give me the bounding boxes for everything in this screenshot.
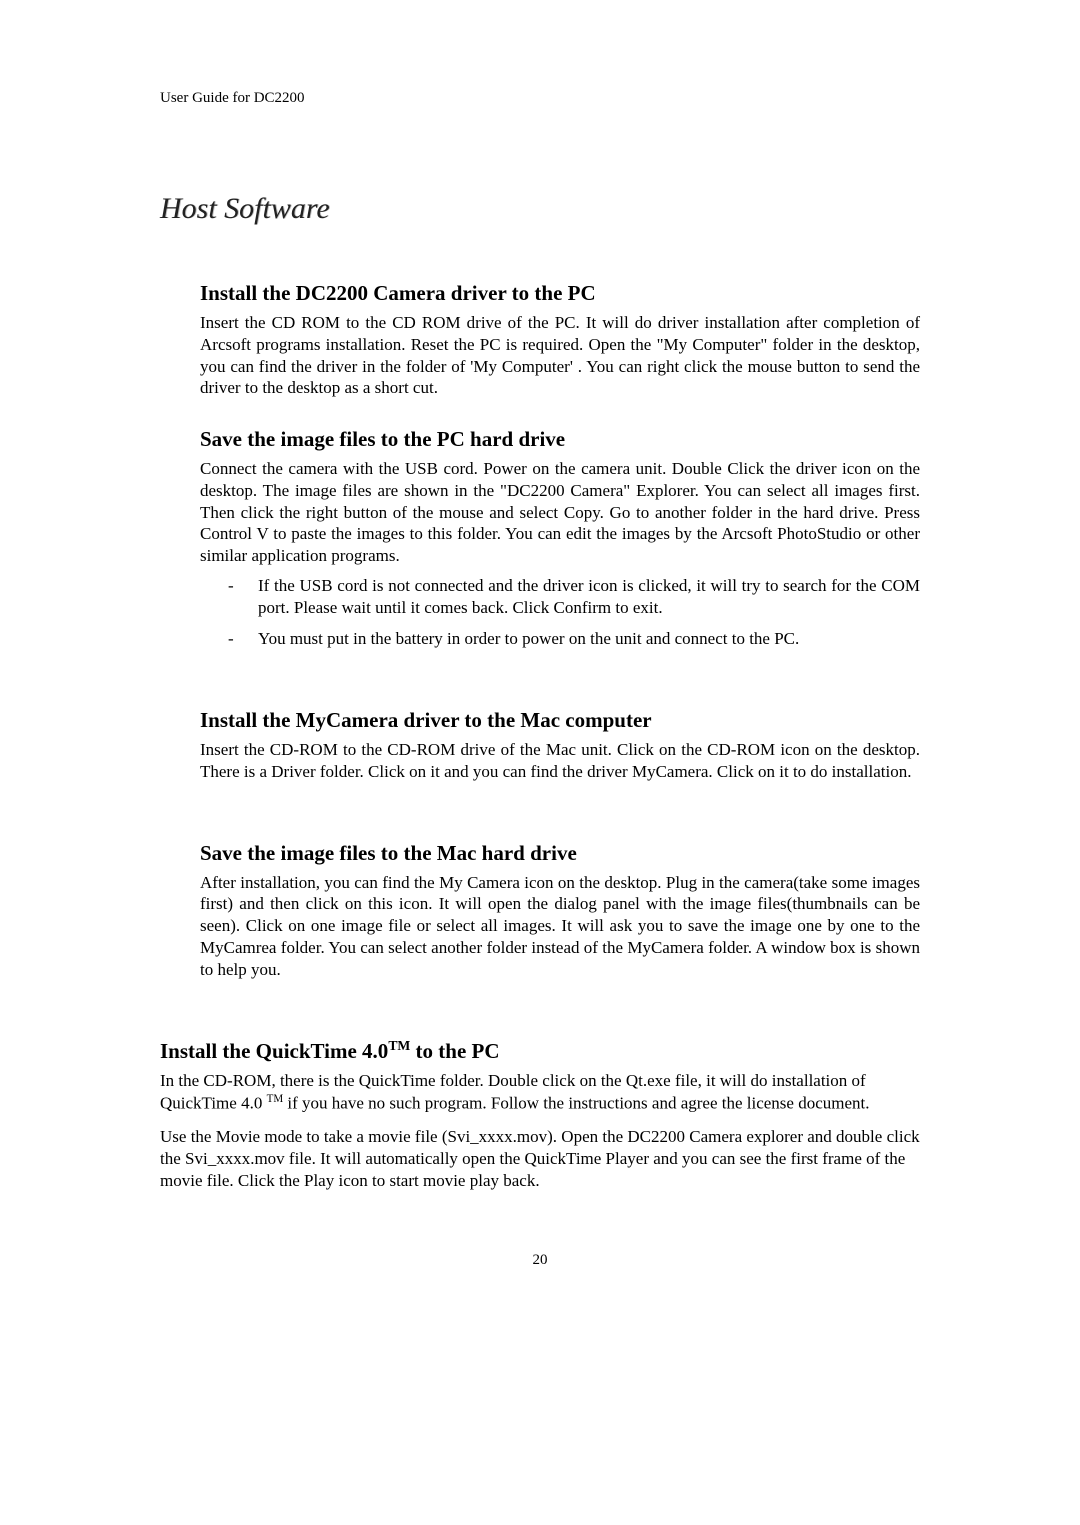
section-install-mac-driver: Install the MyCamera driver to the Mac c… [200, 708, 920, 783]
list-item: - You must put in the battery in order t… [200, 628, 920, 650]
dash-icon: - [228, 628, 258, 650]
heading-suffix: to the PC [410, 1039, 499, 1063]
heading-superscript: TM [388, 1038, 410, 1053]
bullet-list: - If the USB cord is not connected and t… [200, 575, 920, 650]
body1-superscript: TM [267, 1093, 284, 1105]
dash-icon: - [228, 575, 258, 619]
heading: Save the image files to the Mac hard dri… [200, 841, 920, 866]
body-text: In the CD-ROM, there is the QuickTime fo… [160, 1070, 920, 1114]
body1-suffix: if you have no such program. Follow the … [283, 1094, 869, 1113]
page-number: 20 [160, 1252, 920, 1269]
section-save-mac: Save the image files to the Mac hard dri… [200, 841, 920, 981]
chapter-title: Host Software [160, 192, 920, 226]
heading: Install the DC2200 Camera driver to the … [200, 281, 920, 306]
list-item-text: You must put in the battery in order to … [258, 628, 799, 650]
heading: Install the MyCamera driver to the Mac c… [200, 708, 920, 733]
heading-prefix: Install the QuickTime 4.0 [160, 1039, 388, 1063]
document-page: User Guide for DC2200 Host Software Inst… [0, 0, 1080, 1329]
list-item: - If the USB cord is not connected and t… [200, 575, 920, 619]
section-install-quicktime: Install the QuickTime 4.0TM to the PC In… [160, 1038, 920, 1191]
list-item-text: If the USB cord is not connected and the… [258, 575, 920, 619]
heading: Save the image files to the PC hard driv… [200, 427, 920, 452]
section-save-pc: Save the image files to the PC hard driv… [200, 427, 920, 650]
body-text: Insert the CD-ROM to the CD-ROM drive of… [200, 739, 920, 783]
heading: Install the QuickTime 4.0TM to the PC [160, 1038, 920, 1064]
body-text: Insert the CD ROM to the CD ROM drive of… [200, 312, 920, 399]
running-header: User Guide for DC2200 [160, 90, 920, 107]
body-text: Use the Movie mode to take a movie file … [160, 1126, 920, 1191]
section-install-pc-driver: Install the DC2200 Camera driver to the … [200, 281, 920, 399]
body-text: Connect the camera with the USB cord. Po… [200, 458, 920, 567]
body-text: After installation, you can find the My … [200, 872, 920, 981]
